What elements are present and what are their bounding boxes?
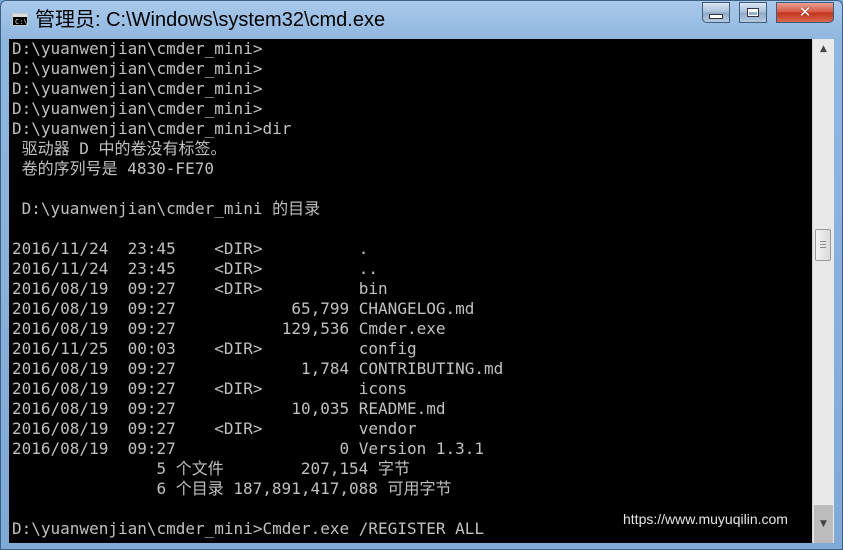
console-line: 2016/08/19 09:27 65,799 CHANGELOG.md <box>12 299 475 318</box>
close-icon: ✕ <box>798 3 812 21</box>
maximize-icon <box>747 8 759 17</box>
minimize-icon <box>709 14 723 19</box>
console-line: 2016/11/25 00:03 <DIR> config <box>12 339 417 358</box>
title-bar[interactable]: C:\ 管理员: C:\Windows\system32\cmd.exe ✕ <box>1 1 842 39</box>
console-line: 2016/08/19 09:27 <DIR> bin <box>12 279 388 298</box>
maximize-button[interactable] <box>739 2 767 23</box>
console-line: 2016/08/19 09:27 <DIR> vendor <box>12 419 417 438</box>
chevron-down-icon: ▼ <box>820 519 827 529</box>
console-output[interactable]: D:\yuanwenjian\cmder_mini> D:\yuanwenjia… <box>9 39 812 543</box>
console-line: 2016/08/19 09:27 1,784 CONTRIBUTING.md <box>12 359 504 378</box>
scroll-up-button[interactable]: ▲ <box>814 39 833 59</box>
console-line: D:\yuanwenjian\cmder_mini>dir <box>12 119 292 138</box>
watermark-text: https://www.muyuqilin.com <box>623 511 788 527</box>
scrollbar-thumb[interactable] <box>815 229 831 261</box>
console-prompt-line[interactable]: D:\yuanwenjian\cmder_mini>Cmder.exe /REG… <box>12 519 484 539</box>
console-line: D:\yuanwenjian\cmder_mini> <box>12 39 263 58</box>
console-line: 2016/08/19 09:27 10,035 README.md <box>12 399 446 418</box>
grip-line <box>820 241 826 242</box>
console-line: 2016/08/19 09:27 <DIR> icons <box>12 379 407 398</box>
console-line: D:\yuanwenjian\cmder_mini 的目录 <box>12 199 321 218</box>
close-button[interactable]: ✕ <box>776 2 834 23</box>
console-line: D:\yuanwenjian\cmder_mini> <box>12 79 263 98</box>
grip-line <box>820 247 826 248</box>
console-line: 2016/08/19 09:27 0 Version 1.3.1 <box>12 439 485 458</box>
cmd-window: C:\ 管理员: C:\Windows\system32\cmd.exe ✕ D… <box>0 0 843 550</box>
console-line: 驱动器 D 中的卷没有标签。 <box>12 139 227 158</box>
scroll-down-button[interactable]: ▼ <box>814 505 833 543</box>
cmd-console-icon[interactable]: C:\ <box>12 13 28 26</box>
vertical-scrollbar[interactable]: ▲ ▼ <box>812 39 834 543</box>
console-line: 5 个文件 207,154 字节 <box>12 459 410 478</box>
minimize-button[interactable] <box>702 2 730 23</box>
console-line: 2016/11/24 23:45 <DIR> . <box>12 239 369 258</box>
console-line: 2016/11/24 23:45 <DIR> .. <box>12 259 379 278</box>
console-line: D:\yuanwenjian\cmder_mini> <box>12 59 263 78</box>
console-line: 6 个目录 187,891,417,088 可用字节 <box>12 479 452 498</box>
console-line: D:\yuanwenjian\cmder_mini> <box>12 99 263 118</box>
chevron-up-icon: ▲ <box>820 44 827 54</box>
window-title: 管理员: C:\Windows\system32\cmd.exe <box>35 9 386 31</box>
console-line: 卷的序列号是 4830-FE70 <box>12 159 214 178</box>
console-line: 2016/08/19 09:27 129,536 Cmder.exe <box>12 319 446 338</box>
grip-line <box>820 244 826 245</box>
